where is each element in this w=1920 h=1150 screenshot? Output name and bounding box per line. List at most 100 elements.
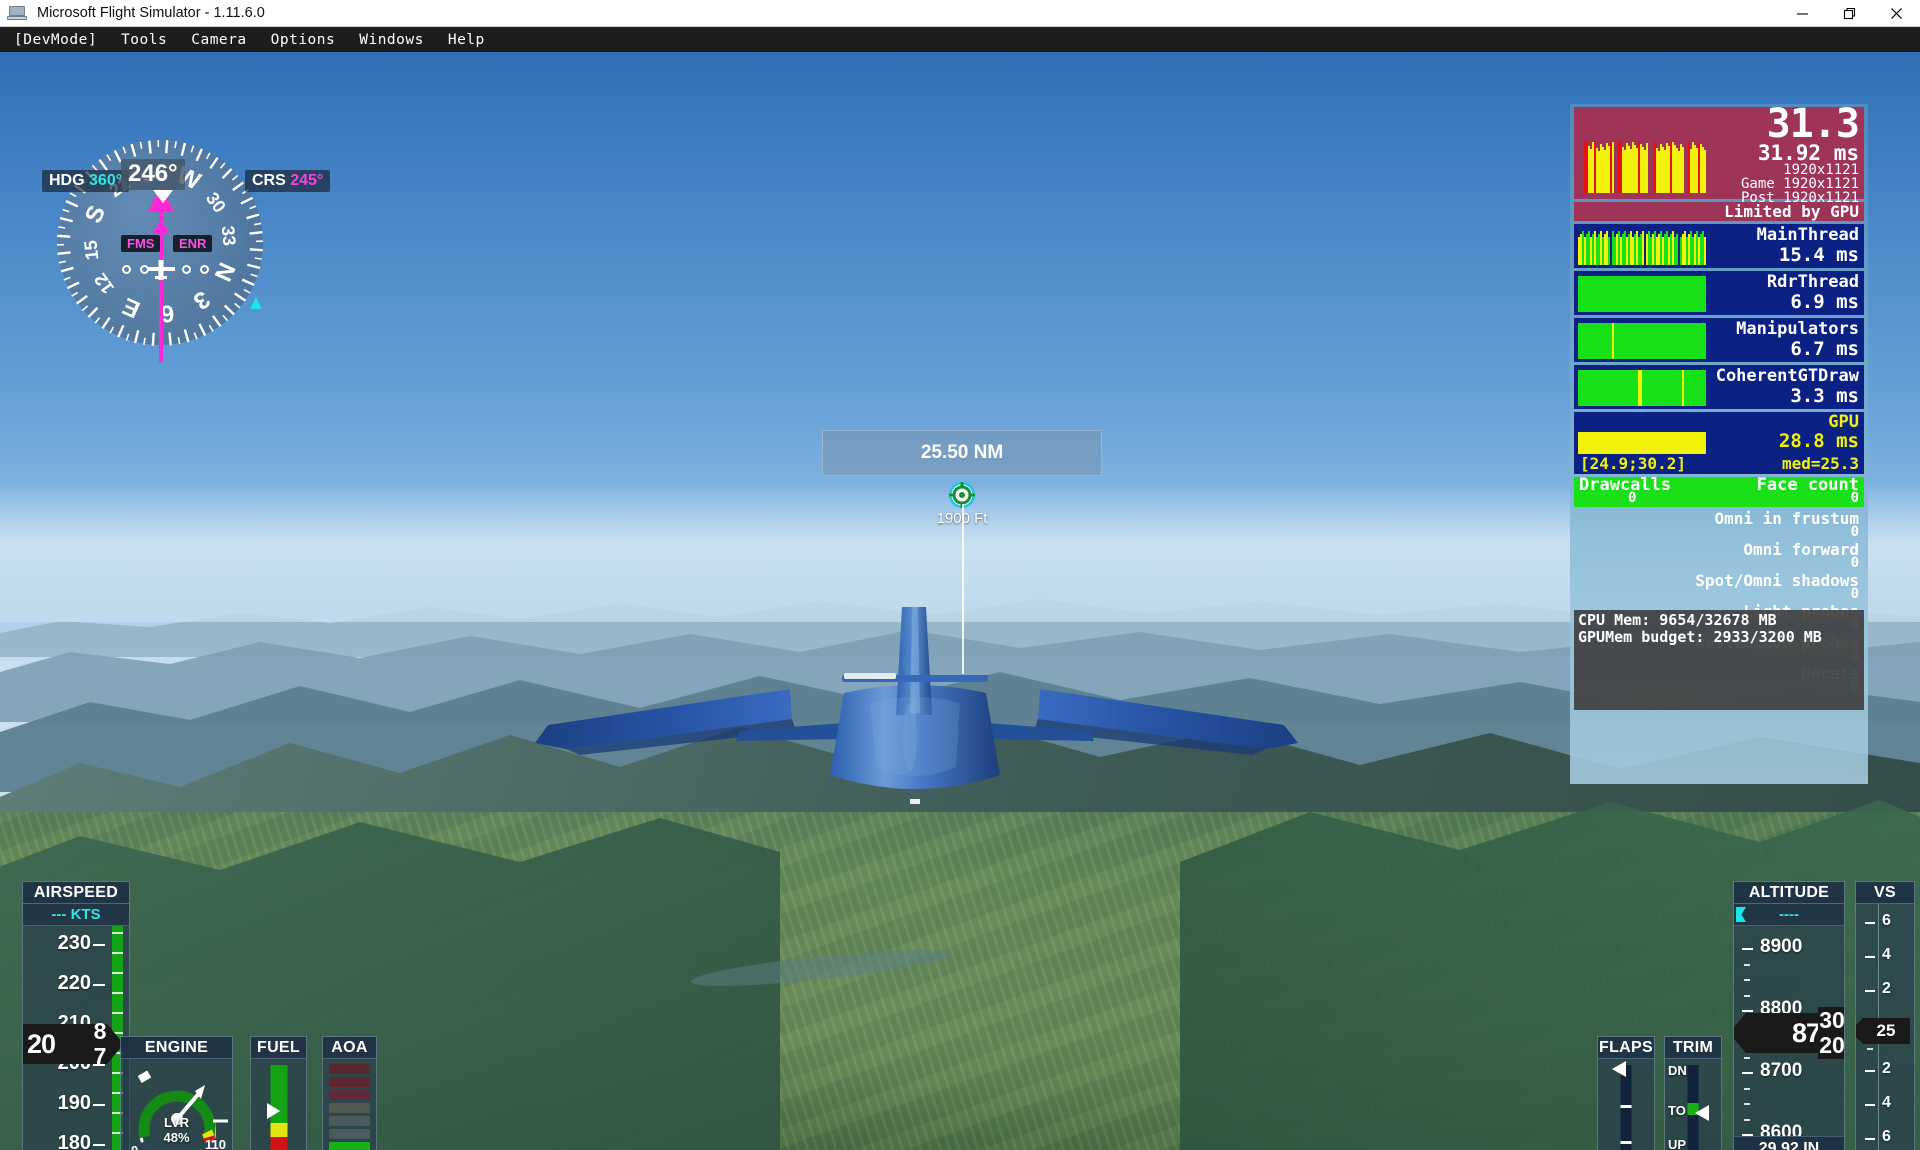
waypoint-distance: 25.50 NM	[920, 442, 1004, 463]
altitude-tick	[1742, 1010, 1753, 1012]
vs-tick	[1865, 956, 1875, 958]
thread-block-rdrthread: RdrThread 6.9 ms	[1574, 271, 1864, 315]
fps-value: 31.3	[1766, 101, 1860, 147]
altitude-roll-bottom: 20	[1819, 1032, 1844, 1058]
menu-item-windows[interactable]: Windows	[349, 30, 434, 50]
altitude-minor-tick	[1744, 963, 1750, 966]
altitude-minor-tick	[1744, 1056, 1750, 1059]
render-stat-row: Omni forward 0	[1574, 541, 1864, 572]
aoa-segment	[329, 1116, 370, 1126]
svg-text:3: 3	[188, 285, 215, 315]
altitude-minor-tick	[1744, 979, 1750, 981]
gpu-block: GPU 28.8 ms [24.9;30.2] med=25.3	[1574, 412, 1864, 474]
airspeed-tick-label: 190	[57, 1092, 91, 1114]
render-stat-row: Spot/Omni shadows 0	[1574, 572, 1864, 603]
airspeed-tick	[93, 984, 105, 986]
minimize-button[interactable]	[1779, 0, 1826, 27]
render-stat-label: Spot/Omni shadows	[1695, 571, 1859, 590]
flight-sim-icon	[7, 4, 29, 22]
airspeed-band-mark	[112, 972, 123, 974]
fuel-title: FUEL	[251, 1037, 306, 1059]
vs-title: VS	[1856, 882, 1914, 904]
engine-gauge: ENGINE LVR 48% 0 110	[120, 1036, 233, 1150]
maximize-button[interactable]	[1826, 0, 1873, 27]
engine-scale-max: 110	[205, 1137, 226, 1150]
resolution-block: 1920x1121 Game 1920x1121 Post 1920x1121	[1741, 163, 1859, 205]
manipulators-label: Manipulators	[1736, 319, 1859, 339]
memory-block: CPU Mem: 9654/32678 MB GPUMem budget: 29…	[1574, 610, 1864, 710]
waypoint-leader-line	[962, 504, 964, 674]
trim-title: TRIM	[1665, 1037, 1721, 1059]
menu-bar: [DevMode] Tools Camera Options Windows H…	[0, 27, 1920, 52]
cdi-dot	[122, 265, 131, 274]
vertical-speed-indicator: VS 6 4 2 2 4 6 25 25	[1855, 881, 1915, 1150]
engine-title: ENGINE	[121, 1037, 232, 1059]
airspeed-value: 20	[27, 1028, 56, 1059]
mainthread-value: 15.4 ms	[1778, 244, 1859, 266]
airspeed-roll-bottom: 7	[93, 1043, 107, 1069]
svg-text:E: E	[119, 292, 145, 323]
airspeed-roll-top: 8	[93, 1018, 107, 1044]
altitude-minor-tick	[1744, 1087, 1750, 1090]
vs-tick	[1865, 1104, 1875, 1106]
aoa-indicator: AOA	[322, 1036, 377, 1150]
menu-item-options[interactable]: Options	[261, 30, 346, 50]
fuel-bar-area	[251, 1059, 306, 1150]
trim-takeoff-label: TO	[1668, 1103, 1686, 1118]
airspeed-tick-label: 230	[57, 932, 91, 954]
coherentgtdraw-label: CoherentGTDraw	[1715, 366, 1859, 386]
limiter-block: Limited by GPU	[1574, 202, 1864, 221]
flaps-pointer-icon	[1612, 1061, 1626, 1077]
facecount-value: 0	[1850, 490, 1859, 506]
render-stat-label: Omni in frustum	[1714, 509, 1860, 528]
altitude-readout-box: 87	[1746, 1013, 1821, 1053]
flaps-title: FLAPS	[1598, 1037, 1654, 1059]
close-button[interactable]	[1873, 0, 1920, 27]
airspeed-band-mark	[112, 932, 123, 934]
airspeed-indicator: AIRSPEED --- KTS 230220210200190180 20 8…	[22, 881, 130, 1150]
menu-item-devmode[interactable]: [DevMode]	[4, 30, 107, 50]
rdrthread-value: 6.9 ms	[1790, 291, 1859, 313]
flaps-slider	[1598, 1059, 1654, 1150]
fuel-gauge: FUEL 50%	[250, 1036, 307, 1150]
airspeed-title: AIRSPEED	[23, 882, 129, 904]
limited-by-text: Limited by GPU	[1724, 202, 1859, 221]
vs-tick-label: 4	[1882, 946, 1891, 963]
fuel-warning-band	[270, 1137, 287, 1150]
engine-dial: LVR 48% 0 110	[121, 1059, 232, 1150]
altitude-tape: 8900 8800 8700 8600 87 30 20	[1734, 926, 1844, 1136]
vs-tape: 6 4 2 2 4 6 25	[1856, 904, 1914, 1150]
vs-tick-label: 6	[1882, 912, 1891, 929]
drawcalls-value: 0	[1628, 490, 1637, 506]
airspeed-tick	[93, 1144, 105, 1146]
fps-block: 31.3 31.92 ms 1920x1121 Game 1920x1121 P…	[1574, 101, 1864, 205]
rdrthread-histogram	[1578, 274, 1706, 312]
fuel-caution-band	[270, 1123, 287, 1137]
flaps-detent	[1620, 1141, 1632, 1144]
airspeed-tick-label: 180	[57, 1132, 91, 1150]
aoa-segment	[329, 1129, 370, 1139]
render-stat-value: 0	[1850, 586, 1859, 602]
fps-histogram	[1578, 135, 1706, 193]
vs-tick-label: 6	[1882, 1128, 1891, 1145]
manipulators-value: 6.7 ms	[1790, 338, 1859, 360]
svg-text:30: 30	[202, 188, 230, 216]
heading-bug-icon: ▲	[246, 292, 266, 314]
render-stat-value: 0	[1850, 555, 1859, 571]
facecount-label: Face count	[1756, 475, 1859, 495]
manipulators-histogram	[1578, 321, 1706, 359]
heading-value: 360°	[89, 172, 123, 189]
simulator-viewport[interactable]: 25.50 NM 1900 Ft N36E1215S2124W3033	[0, 52, 1920, 1150]
menu-item-help[interactable]: Help	[438, 30, 495, 50]
altitude-tick-label: 8600	[1760, 1122, 1803, 1136]
airspeed-tick	[93, 944, 105, 946]
cdi-dot	[200, 265, 209, 274]
menu-item-camera[interactable]: Camera	[181, 30, 256, 50]
altitude-value: 87	[1791, 1017, 1821, 1048]
airspeed-band-mark	[112, 992, 123, 994]
airspeed-rolling-digits: 8 7	[89, 1018, 111, 1070]
engine-lever-readout: LVR 48%	[163, 1115, 189, 1145]
aoa-title: AOA	[323, 1037, 376, 1059]
menu-item-tools[interactable]: Tools	[111, 30, 177, 50]
trim-slider: DN TO UP	[1665, 1059, 1721, 1150]
